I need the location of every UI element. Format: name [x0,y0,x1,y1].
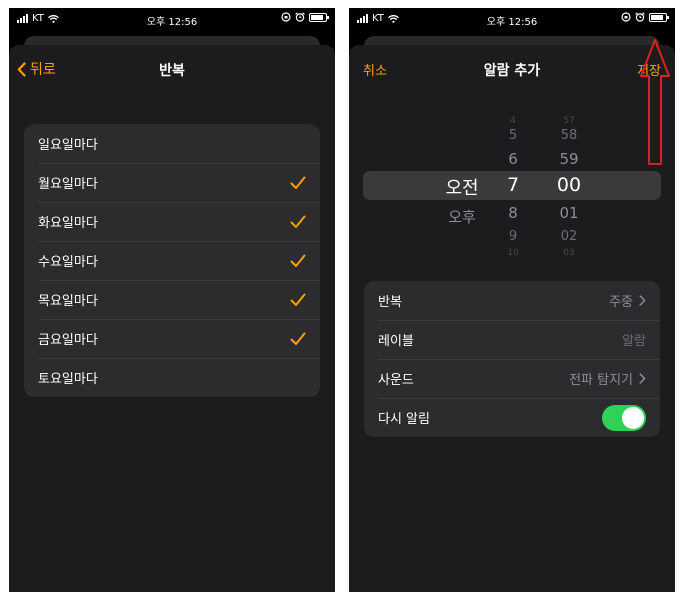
add-alarm-sheet: 취소 알람 추가 저장 오전 오후 4 5 6 7 8 9 10 57 58 5… [349,45,675,592]
picker-minute-item[interactable]: 57 [547,116,591,126]
nav-bar: 뒤로 반복 [9,45,335,93]
picker-hour-item[interactable]: 6 [493,150,533,168]
day-label: 토요일마다 [38,372,98,387]
picker-minute-item[interactable]: 01 [547,204,591,222]
chevron-right-icon [639,295,646,306]
day-label: 일요일마다 [38,138,98,153]
checkmark-icon [290,176,306,189]
day-row-saturday[interactable]: 토요일마다 [24,358,320,397]
repeat-row[interactable]: 반복 주중 [364,281,660,320]
picker-hour-selected[interactable]: 7 [493,174,533,196]
picker-minute-item[interactable]: 02 [547,229,591,244]
sound-label: 사운드 [378,373,414,388]
picker-hour-item[interactable]: 8 [493,204,533,222]
sound-value: 전파 탐지기 [569,373,633,388]
day-label: 화요일마다 [38,216,98,231]
annotation-arrow-icon [640,39,670,165]
picker-minute-item[interactable]: 03 [547,248,591,258]
add-alarm-screen: KT 오후 12:56 취소 알람 추가 저장 오전 오후 4 5 6 7 8 … [349,8,675,592]
day-row-friday[interactable]: 금요일마다 [24,319,320,358]
repeat-screen: KT 오후 12:56 뒤로 반복 일요일마다 월요일마다 화요일마다 수요일마… [9,8,335,592]
picker-minute-item[interactable]: 59 [547,150,591,168]
alarm-icon [635,12,645,22]
rotation-lock-icon [281,12,291,22]
day-row-tuesday[interactable]: 화요일마다 [24,202,320,241]
repeat-sheet: 뒤로 반복 일요일마다 월요일마다 화요일마다 수요일마다 목요일마다 금요일마… [9,45,335,592]
day-label: 월요일마다 [38,177,98,192]
picker-minute-selected[interactable]: 00 [547,174,591,196]
battery-icon [649,12,669,22]
alarm-settings-list: 반복 주중 레이블 알람 사운드 전파 탐지기 다시 알림 [364,281,660,437]
day-row-sunday[interactable]: 일요일마다 [24,124,320,163]
checkmark-icon [290,254,306,267]
nav-bar: 취소 알람 추가 저장 [349,45,675,93]
repeat-value: 주중 [609,295,633,310]
label-value: 알람 [622,334,646,349]
picker-hour-item[interactable]: 9 [493,229,533,244]
alarm-icon [295,12,305,22]
snooze-toggle[interactable] [602,404,646,431]
page-title: 반복 [159,63,185,79]
day-row-monday[interactable]: 월요일마다 [24,163,320,202]
day-label: 수요일마다 [38,255,98,270]
picker-ampm-selected[interactable]: 오전 [430,174,494,200]
label-label: 레이블 [378,334,414,349]
day-row-wednesday[interactable]: 수요일마다 [24,241,320,280]
day-row-thursday[interactable]: 목요일마다 [24,280,320,319]
checkmark-icon [290,293,306,306]
checkmark-icon [290,215,306,228]
rotation-lock-icon [621,12,631,22]
snooze-row: 다시 알림 [364,398,660,437]
battery-icon [309,12,329,22]
picker-minute-item[interactable]: 58 [547,128,591,143]
picker-ampm-item[interactable]: 오후 [430,206,494,227]
day-list: 일요일마다 월요일마다 화요일마다 수요일마다 목요일마다 금요일마다 토요일마… [24,124,320,397]
time-picker[interactable]: 오전 오후 4 5 6 7 8 9 10 57 58 59 00 01 02 0… [363,108,661,278]
status-bar: KT 오후 12:56 [349,8,675,30]
chevron-right-icon [639,373,646,384]
sound-row[interactable]: 사운드 전파 탐지기 [364,359,660,398]
day-label: 금요일마다 [38,333,98,348]
picker-hour-item[interactable]: 5 [493,128,533,143]
picker-hour-item[interactable]: 4 [493,116,533,126]
status-bar: KT 오후 12:56 [9,8,335,30]
day-label: 목요일마다 [38,294,98,309]
snooze-label: 다시 알림 [378,412,430,427]
checkmark-icon [290,332,306,345]
label-row[interactable]: 레이블 알람 [364,320,660,359]
page-title: 알람 추가 [483,63,541,79]
repeat-label: 반복 [378,295,402,310]
picker-hour-item[interactable]: 10 [493,248,533,258]
